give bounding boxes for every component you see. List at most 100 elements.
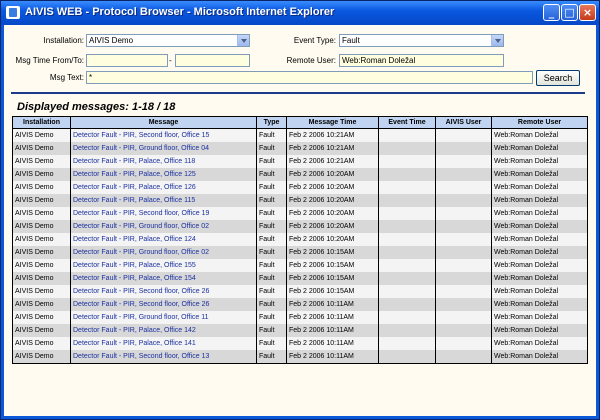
cell-event-time xyxy=(378,324,436,337)
page-content: Installation: AIVIS Demo Event Type: Fau… xyxy=(4,25,596,416)
col-header-aivis-user[interactable]: AIVIS User xyxy=(435,116,492,129)
cell-type: Fault xyxy=(256,220,287,233)
table-row[interactable]: AIVIS Demo Detector Fault - PIR, Palace, … xyxy=(12,168,588,181)
msg-text-input[interactable]: * xyxy=(86,71,533,84)
msg-time-from-input[interactable] xyxy=(86,54,168,67)
cell-event-time xyxy=(378,155,436,168)
table-row[interactable]: AIVIS Demo Detector Fault - PIR, Palace, … xyxy=(12,181,588,194)
cell-event-time xyxy=(378,233,436,246)
table-row[interactable]: AIVIS Demo Detector Fault - PIR, Ground f… xyxy=(12,311,588,324)
cell-event-time xyxy=(378,285,436,298)
divider xyxy=(11,92,585,94)
col-header-remote-user[interactable]: Remote User xyxy=(491,116,588,129)
table-row[interactable]: AIVIS Demo Detector Fault - PIR, Second f… xyxy=(12,285,588,298)
title-bar[interactable]: AIVIS WEB - Protocol Browser - Microsoft… xyxy=(1,1,599,25)
cell-message[interactable]: Detector Fault - PIR, Palace, Office 115 xyxy=(70,194,257,207)
cell-remote-user: Web:Roman Doležal xyxy=(491,168,588,181)
cell-message-time: Feb 2 2006 10:15AM xyxy=(286,272,379,285)
cell-remote-user: Web:Roman Doležal xyxy=(491,259,588,272)
table-row[interactable]: AIVIS Demo Detector Fault - PIR, Palace, … xyxy=(12,324,588,337)
cell-type: Fault xyxy=(256,233,287,246)
cell-aivis-user xyxy=(435,194,492,207)
table-row[interactable]: AIVIS Demo Detector Fault - PIR, Ground f… xyxy=(12,246,588,259)
cell-message[interactable]: Detector Fault - PIR, Ground floor, Offi… xyxy=(70,246,257,259)
cell-aivis-user xyxy=(435,246,492,259)
cell-message-time: Feb 2 2006 10:11AM xyxy=(286,350,379,364)
col-header-message-time[interactable]: Message Time xyxy=(286,116,379,129)
cell-remote-user: Web:Roman Doležal xyxy=(491,272,588,285)
msg-time-to-input[interactable] xyxy=(175,54,250,67)
table-row[interactable]: AIVIS Demo Detector Fault - PIR, Palace, … xyxy=(12,233,588,246)
cell-remote-user: Web:Roman Doležal xyxy=(491,311,588,324)
chevron-down-icon[interactable] xyxy=(237,35,249,46)
cell-event-time xyxy=(378,220,436,233)
cell-remote-user: Web:Roman Doležal xyxy=(491,220,588,233)
cell-message-time: Feb 2 2006 10:21AM xyxy=(286,155,379,168)
table-row[interactable]: AIVIS Demo Detector Fault - PIR, Palace, … xyxy=(12,259,588,272)
cell-remote-user: Web:Roman Doležal xyxy=(491,128,588,142)
cell-installation: AIVIS Demo xyxy=(12,220,71,233)
cell-message[interactable]: Detector Fault - PIR, Palace, Office 155 xyxy=(70,259,257,272)
cell-message[interactable]: Detector Fault - PIR, Palace, Office 142 xyxy=(70,324,257,337)
cell-message[interactable]: Detector Fault - PIR, Second floor, Offi… xyxy=(70,207,257,220)
table-row[interactable]: AIVIS Demo Detector Fault - PIR, Second f… xyxy=(12,298,588,311)
table-row[interactable]: AIVIS Demo Detector Fault - PIR, Second f… xyxy=(12,207,588,220)
table-row[interactable]: AIVIS Demo Detector Fault - PIR, Palace, … xyxy=(12,337,588,350)
cell-message-time: Feb 2 2006 10:15AM xyxy=(286,246,379,259)
cell-installation: AIVIS Demo xyxy=(12,259,71,272)
cell-message-time: Feb 2 2006 10:11AM xyxy=(286,324,379,337)
cell-aivis-user xyxy=(435,350,492,364)
cell-message-time: Feb 2 2006 10:15AM xyxy=(286,259,379,272)
msg-time-separator: - xyxy=(169,56,172,65)
cell-message[interactable]: Detector Fault - PIR, Second floor, Offi… xyxy=(70,128,257,142)
cell-event-time xyxy=(378,168,436,181)
chevron-down-icon[interactable] xyxy=(491,35,503,46)
close-icon[interactable]: × xyxy=(579,4,596,21)
table-row[interactable]: AIVIS Demo Detector Fault - PIR, Palace, … xyxy=(12,272,588,285)
table-row[interactable]: AIVIS Demo Detector Fault - PIR, Palace, … xyxy=(12,155,588,168)
cell-installation: AIVIS Demo xyxy=(12,194,71,207)
cell-message[interactable]: Detector Fault - PIR, Palace, Office 125 xyxy=(70,168,257,181)
table-row[interactable]: AIVIS Demo Detector Fault - PIR, Second f… xyxy=(12,350,588,364)
table-row[interactable]: AIVIS Demo Detector Fault - PIR, Palace, … xyxy=(12,194,588,207)
cell-message[interactable]: Detector Fault - PIR, Palace, Office 141 xyxy=(70,337,257,350)
cell-type: Fault xyxy=(256,128,287,142)
minimize-icon[interactable]: _ xyxy=(543,4,560,21)
installation-select[interactable]: AIVIS Demo xyxy=(86,34,250,47)
cell-message[interactable]: Detector Fault - PIR, Ground floor, Offi… xyxy=(70,220,257,233)
cell-message[interactable]: Detector Fault - PIR, Ground floor, Offi… xyxy=(70,311,257,324)
col-header-type[interactable]: Type xyxy=(256,116,287,129)
cell-remote-user: Web:Roman Doležal xyxy=(491,324,588,337)
cell-message[interactable]: Detector Fault - PIR, Palace, Office 118 xyxy=(70,155,257,168)
cell-remote-user: Web:Roman Doležal xyxy=(491,233,588,246)
cell-message[interactable]: Detector Fault - PIR, Palace, Office 124 xyxy=(70,233,257,246)
cell-message[interactable]: Detector Fault - PIR, Second floor, Offi… xyxy=(70,350,257,364)
cell-installation: AIVIS Demo xyxy=(12,337,71,350)
cell-message[interactable]: Detector Fault - PIR, Palace, Office 154 xyxy=(70,272,257,285)
cell-message-time: Feb 2 2006 10:11AM xyxy=(286,298,379,311)
remote-user-input[interactable]: Web:Roman Doležal xyxy=(339,54,504,67)
maximize-icon[interactable]: □ xyxy=(561,4,578,21)
cell-message[interactable]: Detector Fault - PIR, Second floor, Offi… xyxy=(70,285,257,298)
cell-remote-user: Web:Roman Doležal xyxy=(491,298,588,311)
cell-aivis-user xyxy=(435,155,492,168)
table-row[interactable]: AIVIS Demo Detector Fault - PIR, Second f… xyxy=(12,128,588,142)
col-header-message[interactable]: Message xyxy=(70,116,257,129)
cell-message[interactable]: Detector Fault - PIR, Ground floor, Offi… xyxy=(70,142,257,155)
cell-installation: AIVIS Demo xyxy=(12,311,71,324)
cell-message-time: Feb 2 2006 10:15AM xyxy=(286,285,379,298)
event-type-value: Fault xyxy=(342,36,360,45)
search-button[interactable]: Search xyxy=(536,70,580,86)
cell-remote-user: Web:Roman Doležal xyxy=(491,246,588,259)
col-header-event-time[interactable]: Event Time xyxy=(378,116,436,129)
cell-aivis-user xyxy=(435,142,492,155)
table-row[interactable]: AIVIS Demo Detector Fault - PIR, Ground f… xyxy=(12,220,588,233)
table-row[interactable]: AIVIS Demo Detector Fault - PIR, Ground f… xyxy=(12,142,588,155)
cell-message[interactable]: Detector Fault - PIR, Palace, Office 126 xyxy=(70,181,257,194)
cell-message[interactable]: Detector Fault - PIR, Second floor, Offi… xyxy=(70,298,257,311)
cell-message-time: Feb 2 2006 10:20AM xyxy=(286,168,379,181)
cell-message-time: Feb 2 2006 10:21AM xyxy=(286,142,379,155)
col-header-installation[interactable]: Installation xyxy=(12,116,71,129)
event-type-select[interactable]: Fault xyxy=(339,34,504,47)
cell-type: Fault xyxy=(256,168,287,181)
